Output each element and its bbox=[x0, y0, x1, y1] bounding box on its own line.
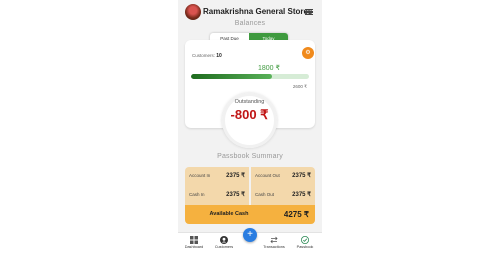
collected-amount: 1800 ₹ bbox=[258, 65, 280, 72]
balances-title: Balances bbox=[234, 20, 266, 27]
cash-in-cell: Cash In 2375 ₹ bbox=[185, 186, 249, 205]
nav-dashboard[interactable]: Dashboard bbox=[180, 236, 208, 249]
customers-label: Customers: bbox=[192, 53, 216, 58]
outstanding-label: Outstanding bbox=[234, 99, 265, 105]
passbook-icon bbox=[301, 236, 309, 244]
add-button[interactable]: + bbox=[243, 228, 257, 242]
cash-in-label: Cash In bbox=[189, 192, 205, 197]
app-header: Ramakrishna General Stores bbox=[178, 3, 322, 21]
dashboard-icon bbox=[190, 236, 198, 244]
account-in-label: Account In bbox=[189, 173, 211, 178]
passbook-summary: Account In 2375 ₹ Account Out 2375 ₹ Cas… bbox=[185, 167, 315, 224]
outstanding-value: -800 ₹ bbox=[230, 107, 269, 122]
nav-transactions-label: Transactions bbox=[263, 245, 285, 249]
app-screen: Ramakrishna General Stores Balances Past… bbox=[178, 0, 322, 253]
nav-customers-label: Customers bbox=[214, 245, 234, 249]
collection-progress bbox=[191, 74, 309, 79]
cash-in-value: 2375 ₹ bbox=[226, 192, 245, 198]
account-out-value: 2375 ₹ bbox=[292, 173, 311, 179]
account-out-label: Account Out bbox=[255, 173, 280, 178]
user-icon bbox=[220, 236, 228, 244]
account-in-value: 2375 ₹ bbox=[226, 173, 245, 179]
total-amount: 2600 ₹ bbox=[292, 84, 307, 89]
cash-out-value: 2375 ₹ bbox=[292, 192, 311, 198]
collection-progress-fill bbox=[191, 74, 273, 79]
account-in-cell: Account In 2375 ₹ bbox=[185, 167, 249, 186]
available-cash-label: Available Cash bbox=[209, 211, 249, 217]
store-logo bbox=[185, 4, 201, 20]
available-cash-value: 4275 ₹ bbox=[283, 209, 309, 219]
cash-out-cell: Cash Out 2375 ₹ bbox=[251, 186, 315, 205]
available-cash-row: Available Cash 4275 ₹ bbox=[185, 205, 315, 224]
nav-passbook-label: Passbook bbox=[296, 245, 314, 249]
passbook-title: Passbook Summary bbox=[217, 153, 283, 160]
customers-count: Customers: 10 bbox=[192, 53, 222, 59]
nav-dashboard-label: Dashboard bbox=[184, 245, 204, 249]
store-name: Ramakrishna General Stores bbox=[203, 7, 313, 16]
outstanding-circle: Outstanding -800 ₹ bbox=[222, 93, 277, 148]
nav-transactions[interactable]: Transactions bbox=[260, 236, 288, 249]
transactions-icon bbox=[270, 236, 278, 244]
hamburger-icon[interactable] bbox=[305, 9, 313, 16]
account-out-cell: Account Out 2375 ₹ bbox=[251, 167, 315, 186]
link-icon[interactable]: ⚙ bbox=[302, 47, 314, 59]
customers-value: 10 bbox=[216, 53, 222, 59]
nav-customers[interactable]: Customers bbox=[210, 236, 238, 249]
nav-passbook[interactable]: Passbook bbox=[291, 236, 319, 249]
cash-out-label: Cash Out bbox=[255, 192, 275, 197]
